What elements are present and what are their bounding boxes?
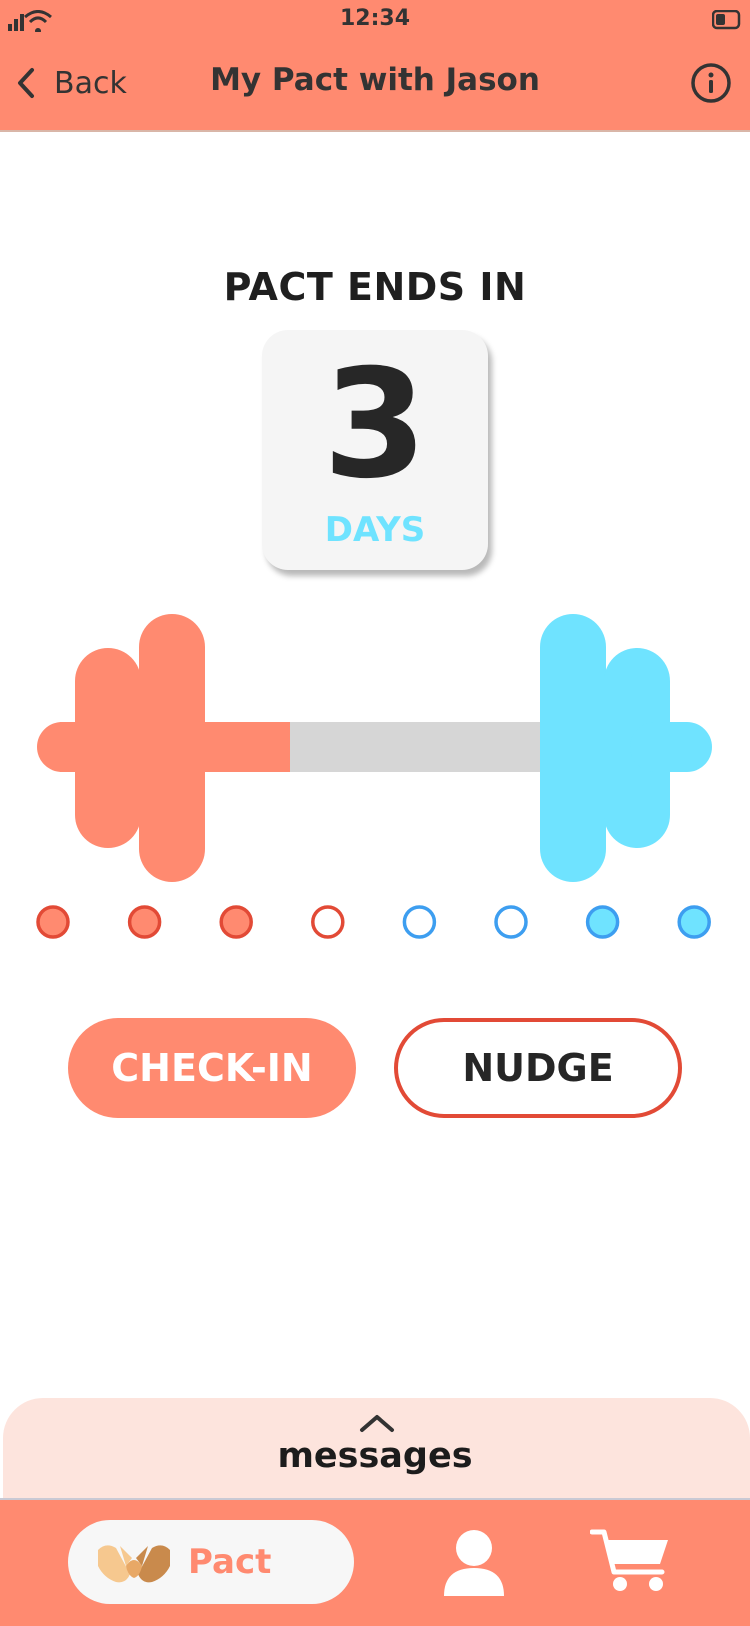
days-label: DAYS bbox=[324, 510, 426, 550]
progress-dot-user bbox=[36, 905, 70, 939]
barbell-progress bbox=[37, 614, 712, 882]
pact-ends-heading: PACT ENDS IN bbox=[223, 265, 527, 309]
messages-label[interactable]: messages bbox=[0, 1436, 750, 1476]
progress-dot-partner bbox=[585, 905, 620, 939]
info-icon[interactable] bbox=[690, 62, 732, 104]
check-in-button[interactable]: CHECK-IN bbox=[68, 1018, 356, 1118]
battery-icon bbox=[712, 10, 741, 30]
chevron-up-icon[interactable] bbox=[0, 1412, 750, 1434]
progress-dot-user bbox=[127, 905, 162, 939]
left-plate-large bbox=[139, 614, 205, 882]
progress-dot-user bbox=[311, 905, 345, 939]
cart-icon[interactable] bbox=[590, 1528, 672, 1594]
right-plate-large bbox=[540, 614, 606, 882]
days-remaining-number: 3 bbox=[322, 338, 428, 512]
right-end-cap bbox=[630, 722, 712, 772]
progress-dots bbox=[36, 905, 711, 939]
page-title: My Pact with Jason bbox=[210, 62, 540, 98]
progress-dot-partner bbox=[402, 905, 437, 939]
progress-dot-partner bbox=[494, 905, 528, 939]
progress-dot-partner bbox=[677, 905, 711, 939]
status-time: 12:34 bbox=[339, 6, 411, 31]
handshake-icon bbox=[98, 1545, 170, 1583]
left-plate-small bbox=[75, 648, 141, 848]
profile-icon[interactable] bbox=[440, 1528, 508, 1598]
tab-pact[interactable]: Pact bbox=[68, 1520, 354, 1604]
progress-dot-user bbox=[219, 905, 253, 939]
nudge-button[interactable]: NUDGE bbox=[394, 1018, 682, 1118]
tab-pact-label: Pact bbox=[188, 1542, 272, 1582]
